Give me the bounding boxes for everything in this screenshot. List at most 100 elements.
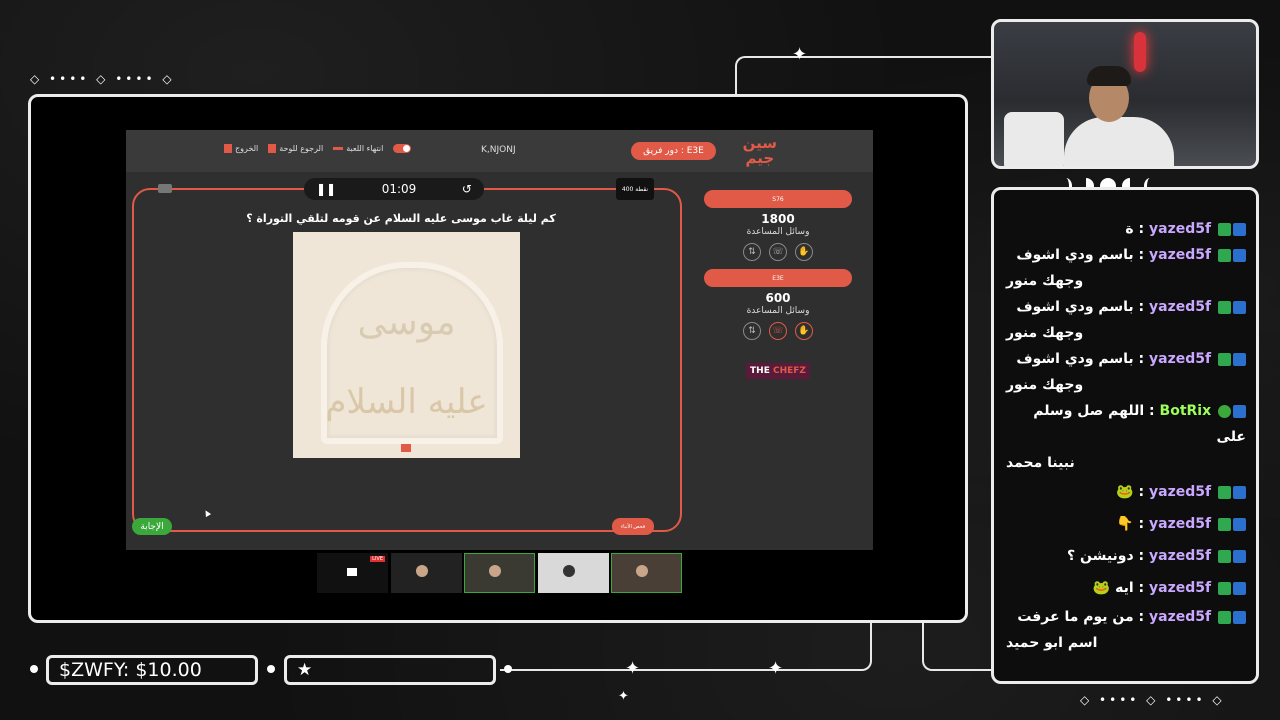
chat-message: yazed5f : من يوم ما عرفت [1006, 604, 1246, 630]
image-logo [401, 444, 411, 452]
chat-text: 👇 [1116, 516, 1134, 532]
chat-message: yazed5f : باسم ودي اشوف [1006, 346, 1246, 372]
chat-message: yazed5f : دونيشن ؟ [1006, 540, 1246, 572]
timer-value: 01:09 [381, 182, 417, 196]
cam-tile [391, 553, 462, 593]
team-aids-label: وسائل المساعدة [746, 306, 810, 316]
star-box: ★ [284, 655, 496, 685]
chat-username: yazed5f [1149, 299, 1212, 315]
team-card-1: S76 1800 وسائل المساعدة ⇅ ☏ ✋ [704, 190, 852, 261]
sparkle-icon: ✦ [768, 658, 784, 679]
chat-username: yazed5f [1149, 247, 1212, 263]
sponsor-text-b: CHEFZ [773, 366, 806, 376]
subscriber-badge-icon [1233, 352, 1246, 366]
chat-username: BotRix [1159, 403, 1212, 419]
swap-icon[interactable]: ⇅ [743, 243, 761, 261]
deco-bullet [267, 665, 275, 673]
verified-icon [1218, 404, 1231, 418]
phone-icon[interactable]: ☏ [769, 322, 787, 340]
end-game-button[interactable]: انتهاء اللعبة [333, 144, 383, 153]
game-topbar: سين جيم دور فريق : E3E K,NJONJ الخروج الر… [126, 130, 873, 172]
subscriber-badge-icon [1233, 222, 1246, 236]
webcam-person-body [1064, 117, 1174, 166]
subscriber-badge-icon [1233, 549, 1246, 563]
phone-icon[interactable]: ☏ [769, 243, 787, 261]
gift-badge-icon [1218, 517, 1231, 531]
history-icon[interactable]: ↺ [462, 182, 472, 196]
chat-message: yazed5f : ايه 🐸 [1006, 572, 1246, 604]
subscriber-badge-icon [1233, 610, 1246, 624]
chat-text: 🐸 [1116, 484, 1134, 500]
chat-text: من يوم ما عرفت [1017, 609, 1134, 625]
gift-badge-icon [1218, 549, 1231, 563]
sparkle-icon: ✦ [618, 689, 629, 704]
team-pill: S76 [704, 190, 852, 208]
deco-line-bottom-right [922, 623, 994, 671]
points-badge: 400 نقطة [616, 178, 654, 200]
answer-button[interactable]: الإجابة [132, 518, 172, 535]
chat-panel: yazed5f : ة yazed5f : باسم ودي اشوف وجهك… [991, 187, 1259, 684]
gift-badge-icon [1218, 300, 1231, 314]
subscriber-badge-icon [1233, 517, 1246, 531]
aid-row: ⇅ ☏ ✋ [704, 243, 852, 261]
hint-button[interactable]: فحص الأنباء [612, 518, 654, 535]
chat-message-cont: اسم ابو حميد [1006, 635, 1098, 651]
top-actions: الخروج الرجوع للوحة انتهاء اللعبة [224, 144, 412, 153]
participant-avatar [415, 565, 428, 577]
deco-bullet [30, 665, 38, 673]
webcam-neon-light [1134, 32, 1146, 72]
participant-avatar [562, 565, 575, 577]
question-text: كم ليلة غاب موسى عليه السلام عن قومه لتل… [246, 212, 556, 225]
chat-text: باسم ودي اشوف [1016, 351, 1134, 367]
aid-row: ⇅ ☏ ✋ [704, 322, 852, 340]
sparkle-icon: ✦ [625, 658, 641, 679]
deco-line-bottom [500, 623, 872, 671]
gift-badge-icon [1218, 222, 1231, 236]
star-icon: ★ [297, 660, 313, 680]
deco-dots-top: ◇ •••• ◇ •••• ◇ [30, 72, 175, 86]
screen-share-icon [347, 568, 357, 576]
chat-text: باسم ودي اشوف [1016, 247, 1134, 263]
chat-username: yazed5f [1149, 351, 1212, 367]
team-score: 600 [765, 291, 791, 305]
chat-text: ايه 🐸 [1092, 580, 1134, 596]
arrow-left-icon [333, 147, 344, 150]
back-to-board-button[interactable]: الرجوع للوحة [268, 144, 323, 153]
gift-badge-icon [1218, 248, 1231, 262]
donation-text: $ZWFY: $10.00 [59, 659, 202, 681]
webcam-person-hair [1087, 66, 1131, 86]
webcam-chair [1004, 112, 1064, 166]
exit-button[interactable]: الخروج [224, 144, 258, 153]
gift-badge-icon [1218, 581, 1231, 595]
donation-goal-box: $ZWFY: $10.00 [46, 655, 258, 685]
team-name: K,NJONJ [481, 145, 516, 155]
chat-text: دونيشن ؟ [1066, 548, 1134, 564]
image-word-1: موسى [357, 302, 456, 343]
image-word-2: عليه السلام [325, 382, 488, 422]
live-tag: LIVE [370, 556, 385, 562]
hand-icon[interactable]: ✋ [795, 243, 813, 261]
participant-avatar [636, 565, 649, 578]
chat-message-cont: وجهك منور [1006, 273, 1084, 289]
chat-message: yazed5f : باسم ودي اشوف [1006, 294, 1246, 320]
cam-tile [611, 553, 682, 593]
pause-icon[interactable]: ❚❚ [316, 182, 336, 196]
hand-icon[interactable]: ✋ [795, 322, 813, 340]
chat-username: yazed5f [1149, 484, 1212, 500]
deco-dots-bottom: ◇ •••• ◇ •••• ◇ [1080, 693, 1225, 707]
chat-username: yazed5f [1149, 516, 1212, 532]
chat-messages: yazed5f : ة yazed5f : باسم ودي اشوف وجهك… [1006, 216, 1246, 656]
chat-message: yazed5f : 👇 [1006, 508, 1246, 540]
sponsor-text-a: THE [750, 366, 770, 376]
team-score: 1800 [761, 212, 795, 226]
chat-message: yazed5f : 🐸 [1006, 476, 1246, 508]
deco-bullet [504, 665, 512, 673]
team-turn-pill: دور فريق : E3E [631, 142, 716, 160]
swap-icon[interactable]: ⇅ [743, 322, 761, 340]
game-toggle[interactable] [393, 144, 412, 153]
chat-message-cont: وجهك منور [1006, 377, 1084, 393]
subscriber-badge-icon [1233, 581, 1246, 595]
chat-username: yazed5f [1149, 548, 1212, 564]
subscriber-badge-icon [1233, 248, 1246, 262]
participant-avatar [489, 565, 502, 578]
